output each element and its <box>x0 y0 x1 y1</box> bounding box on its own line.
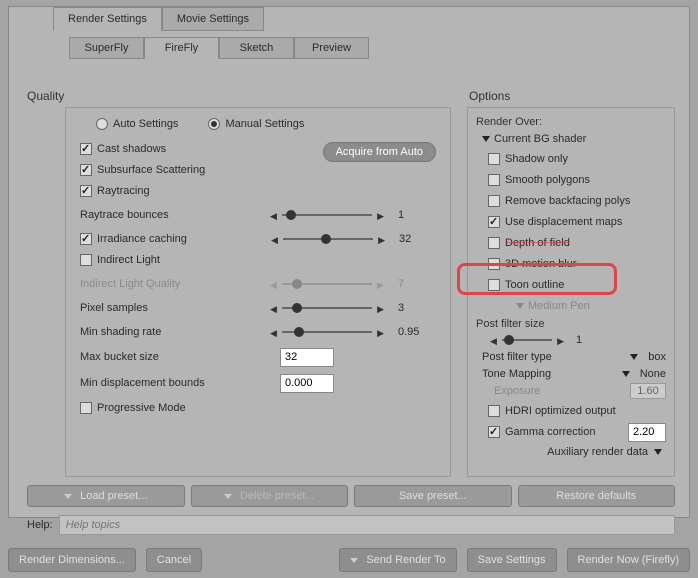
send-render-to-button[interactable]: Send Render To <box>339 548 456 572</box>
render-over-heading: Render Over: <box>476 116 666 128</box>
dialog-buttons: Render Dimensions... Cancel Send Render … <box>8 548 690 572</box>
tab-preview[interactable]: Preview <box>294 37 369 59</box>
load-preset-button[interactable]: Load preset... <box>27 485 185 507</box>
remove-backfacing-label: Remove backfacing polys <box>505 195 630 207</box>
min-shading-value: 0.95 <box>398 326 434 338</box>
restore-defaults-button[interactable]: Restore defaults <box>518 485 676 507</box>
post-filter-size-slider[interactable]: ◀▶ <box>492 334 562 346</box>
indirect-light-label: Indirect Light <box>97 254 160 266</box>
pixel-samples-label: Pixel samples <box>80 302 230 314</box>
raytracing-checkbox[interactable] <box>80 185 92 197</box>
render-over-dropdown[interactable]: Current BG shader <box>482 130 666 147</box>
chevron-down-icon <box>350 558 358 563</box>
shadow-only-checkbox[interactable] <box>488 153 500 165</box>
raytrace-bounces-slider[interactable]: ◀▶ <box>272 209 382 221</box>
cast-shadows-label: Cast shadows <box>97 143 166 155</box>
save-settings-button[interactable]: Save Settings <box>467 548 557 572</box>
min-disp-label: Min displacement bounds <box>80 377 280 389</box>
smooth-polygons-checkbox[interactable] <box>488 174 500 186</box>
progressive-checkbox[interactable] <box>80 402 92 414</box>
render-dimensions-button[interactable]: Render Dimensions... <box>8 548 136 572</box>
remove-backfacing-checkbox[interactable] <box>488 195 500 207</box>
cancel-button[interactable]: Cancel <box>146 548 202 572</box>
post-filter-size-value: 1 <box>576 334 582 346</box>
3d-motion-blur-label: 3D motion blur <box>505 258 577 270</box>
tab-firefly[interactable]: FireFly <box>144 37 219 59</box>
max-bucket-label: Max bucket size <box>80 351 280 363</box>
raytrace-bounces-label: Raytrace bounces <box>80 209 230 221</box>
depth-of-field-checkbox[interactable] <box>488 237 500 249</box>
raytrace-bounces-value: 1 <box>398 209 434 221</box>
indirect-light-checkbox[interactable] <box>80 254 92 266</box>
chevron-down-icon <box>224 494 232 499</box>
quality-heading: Quality <box>27 89 64 103</box>
3d-motion-blur-checkbox[interactable] <box>488 258 500 270</box>
irradiance-label: Irradiance caching <box>97 233 231 245</box>
tone-mapping-dropdown[interactable]: Tone Mapping None <box>482 366 666 382</box>
chevron-down-icon <box>654 449 662 455</box>
tab-render-settings[interactable]: Render Settings <box>53 7 162 31</box>
help-label: Help: <box>27 519 53 531</box>
subsurface-label: Subsurface Scattering <box>97 164 205 176</box>
hdri-output-checkbox[interactable] <box>488 405 500 417</box>
irradiance-checkbox[interactable] <box>80 233 92 245</box>
options-heading: Options <box>469 89 510 103</box>
radio-auto-settings[interactable]: Auto Settings <box>96 118 178 130</box>
options-group: Render Over: Current BG shader Shadow on… <box>467 107 675 477</box>
cast-shadows-checkbox[interactable] <box>80 143 92 155</box>
help-row: Help: <box>27 515 675 535</box>
exposure-label: Exposure <box>494 385 630 397</box>
chevron-down-icon <box>482 136 490 142</box>
shadow-only-label: Shadow only <box>505 153 568 165</box>
gamma-input[interactable] <box>628 423 666 442</box>
acquire-from-auto-button[interactable]: Acquire from Auto <box>323 142 436 162</box>
pixel-samples-slider[interactable]: ◀▶ <box>272 302 382 314</box>
help-topics-input[interactable] <box>59 515 675 535</box>
preset-buttons: Load preset... Delete preset... Save pre… <box>27 485 675 507</box>
quality-group: Auto Settings Manual Settings Acquire fr… <box>65 107 451 477</box>
save-preset-button[interactable]: Save preset... <box>354 485 512 507</box>
depth-of-field-label: Depth of field <box>505 237 570 249</box>
raytracing-label: Raytracing <box>97 185 150 197</box>
chevron-down-icon <box>630 354 638 360</box>
toon-outline-checkbox[interactable] <box>488 279 500 291</box>
subsurface-checkbox[interactable] <box>80 164 92 176</box>
radio-manual-settings[interactable]: Manual Settings <box>208 118 304 130</box>
settings-panel: Render Settings Movie Settings SuperFly … <box>8 6 690 518</box>
indirect-light-quality-label: Indirect Light Quality <box>80 278 230 290</box>
smooth-polygons-label: Smooth polygons <box>505 174 590 186</box>
toon-outline-label: Toon outline <box>505 279 564 291</box>
hdri-output-label: HDRI optimized output <box>505 405 616 417</box>
min-shading-label: Min shading rate <box>80 326 230 338</box>
renderer-tabs: SuperFly FireFly Sketch Preview <box>69 37 369 59</box>
indirect-light-quality-slider: ◀▶ <box>272 278 382 290</box>
irradiance-slider[interactable]: ◀▶ <box>273 233 383 245</box>
post-filter-size-label: Post filter size <box>476 318 666 330</box>
progressive-label: Progressive Mode <box>97 402 186 414</box>
chevron-down-icon <box>622 371 630 377</box>
gamma-label: Gamma correction <box>505 426 628 438</box>
aux-render-data-dropdown[interactable]: Auxiliary render data <box>482 444 666 460</box>
chevron-down-icon <box>516 303 524 309</box>
gamma-checkbox[interactable] <box>488 426 500 438</box>
chevron-down-icon <box>64 494 72 499</box>
delete-preset-button[interactable]: Delete preset... <box>191 485 349 507</box>
min-disp-input[interactable] <box>280 374 334 393</box>
tab-sketch[interactable]: Sketch <box>219 37 294 59</box>
render-now-button[interactable]: Render Now (Firefly) <box>567 548 690 572</box>
pixel-samples-value: 3 <box>398 302 434 314</box>
use-disp-maps-checkbox[interactable] <box>488 216 500 228</box>
min-shading-slider[interactable]: ◀▶ <box>272 326 382 338</box>
tab-movie-settings[interactable]: Movie Settings <box>162 7 264 31</box>
use-disp-maps-label: Use displacement maps <box>505 216 622 228</box>
irradiance-value: 32 <box>399 233 411 245</box>
indirect-light-quality-value: 7 <box>398 278 434 290</box>
main-tabs: Render Settings Movie Settings <box>53 7 264 31</box>
tab-superfly[interactable]: SuperFly <box>69 37 144 59</box>
toon-pen-dropdown: Medium Pen <box>516 297 666 314</box>
exposure-value: 1.60 <box>630 383 666 399</box>
max-bucket-input[interactable] <box>280 348 334 367</box>
post-filter-type-dropdown[interactable]: Post filter type box <box>482 349 666 365</box>
